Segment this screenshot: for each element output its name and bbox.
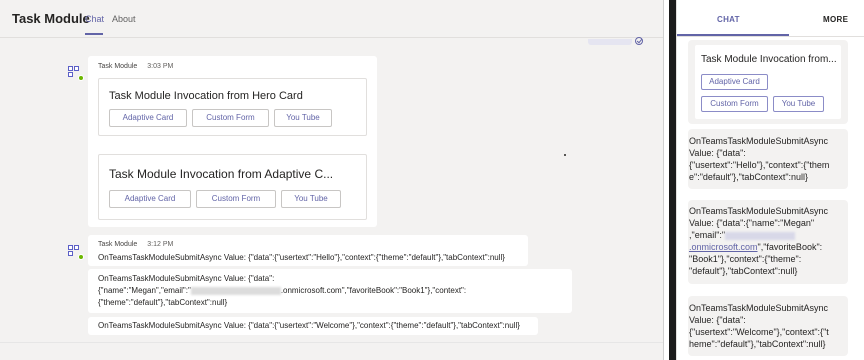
mobile-message-text: OnTeamsTaskModuleSubmitAsync Value: {"da… [689, 205, 828, 277]
mobile-tab-more[interactable]: MORE [823, 15, 848, 24]
message-text-part: ","favoriteBook": [757, 242, 823, 252]
divider [677, 36, 864, 37]
tab-about[interactable]: About [112, 14, 136, 24]
message-line: OnTeamsTaskModuleSubmitAsync [689, 303, 829, 313]
message-line: Value: {"data":{"name":"Megan" [689, 218, 815, 228]
pane-divider-bar [669, 0, 676, 360]
tab-chat[interactable]: Chat [85, 14, 104, 24]
read-receipt-icon [635, 37, 643, 45]
presence-available-icon [78, 254, 84, 260]
youtube-button[interactable]: You Tube [281, 190, 341, 208]
message-line: {"name":"Megan","email":" .onmicrosoft.co… [98, 285, 466, 297]
custom-form-button[interactable]: Custom Form [196, 190, 276, 208]
adaptive-card-button[interactable]: Adaptive Card [109, 190, 191, 208]
mobile-card-title: Task Module Invocation from... [701, 54, 837, 65]
message-text-part: {"name":"Megan","email":" [98, 286, 191, 295]
presence-available-icon [78, 75, 84, 81]
previous-message-bubble [588, 39, 632, 45]
bot-avatar[interactable] [67, 65, 84, 81]
message-time: 3:12 PM [147, 241, 174, 248]
mobile-message: OnTeamsTaskModuleSubmitAsync Value: {"da… [688, 296, 848, 356]
message-text-part: .onmicrosoft.com","favoriteBook":"Book1"… [280, 286, 467, 295]
message-sender: Task Module [98, 63, 138, 70]
message-line: Value: {"data": [689, 315, 746, 325]
message-card: Task Module 3:03 PM Task Module Invocati… [88, 56, 377, 227]
adaptive-card: Task Module Invocation from Adaptive C..… [98, 154, 367, 220]
youtube-button[interactable]: You Tube [773, 96, 824, 112]
message-line: ,"email":" [689, 229, 828, 241]
message-line: e":"default"},"tabContext":null} [689, 172, 809, 182]
bot-avatar[interactable] [67, 244, 84, 260]
hero-card-title: Task Module Invocation from Hero Card [109, 90, 303, 102]
app-title: Task Module [12, 11, 90, 26]
tab-active-indicator [85, 33, 103, 35]
adaptive-card-title: Task Module Invocation from Adaptive C..… [109, 167, 334, 181]
message-sender: Task Module [98, 241, 138, 248]
hero-card: Task Module Invocation from Hero Card Ad… [98, 78, 367, 136]
message-line: .onmicrosoft.com","favoriteBook": [689, 241, 828, 253]
message-card: Task Module 3:12 PM OnTeamsTaskModuleSub… [88, 235, 528, 266]
mobile-message-text: OnTeamsTaskModuleSubmitAsync Value: {"da… [689, 135, 829, 183]
adaptive-card-button[interactable]: Adaptive Card [109, 109, 187, 127]
app-header: Task Module Chat About [0, 0, 663, 38]
redacted-email [725, 231, 796, 240]
mobile-message: OnTeamsTaskModuleSubmitAsync Value: {"da… [688, 200, 848, 284]
youtube-button[interactable]: You Tube [274, 109, 332, 127]
message-time: 3:03 PM [147, 63, 174, 70]
mobile-message-text: OnTeamsTaskModuleSubmitAsync Value: {"da… [689, 302, 829, 350]
cursor-dot [564, 154, 566, 156]
message-line: {"usertext":"Hello"},"context":{"them [689, 160, 830, 170]
message-text-part: ,"email":" [689, 230, 726, 240]
message-card: OnTeamsTaskModuleSubmitAsync Value: {"da… [88, 269, 572, 313]
message-text: OnTeamsTaskModuleSubmitAsync Value: {"da… [98, 253, 505, 262]
adaptive-card-button[interactable]: Adaptive Card [701, 74, 768, 90]
message-text: OnTeamsTaskModuleSubmitAsync Value: {"da… [98, 321, 520, 330]
custom-form-button[interactable]: Custom Form [701, 96, 768, 112]
mobile-tab-chat[interactable]: CHAT [717, 15, 740, 24]
message-line: heme":"default"},"tabContext":null} [689, 339, 826, 349]
mobile-card-bubble: Task Module Invocation from... Adaptive … [688, 40, 848, 124]
message-line: "default"},"tabContext":null} [689, 266, 798, 276]
message-line: OnTeamsTaskModuleSubmitAsync Value: {"da… [98, 274, 275, 283]
message-line: Value: {"data": [689, 148, 746, 158]
message-text: OnTeamsTaskModuleSubmitAsync Value: {"da… [98, 273, 466, 309]
mobile-hero-card: Task Module Invocation from... Adaptive … [695, 45, 841, 119]
message-line: {"usertext":"Welcome"},"context":{"t [689, 327, 829, 337]
redacted-email [190, 286, 281, 295]
compose-area [0, 342, 663, 360]
mobile-message: OnTeamsTaskModuleSubmitAsync Value: {"da… [688, 129, 848, 189]
message-line: {"theme":"default"},"tabContext":null} [98, 298, 228, 307]
message-meta: Task Module 3:03 PM [98, 63, 173, 70]
message-line: "Book1"},"context":{"theme": [689, 254, 802, 264]
mobile-pane: CHAT MORE Task Module Invocation from...… [676, 0, 864, 360]
custom-form-button[interactable]: Custom Form [192, 109, 269, 127]
email-link[interactable]: .onmicrosoft.com [689, 242, 758, 252]
chat-pane: Task Module Chat About Task Module 3:03 … [0, 0, 663, 360]
message-card: OnTeamsTaskModuleSubmitAsync Value: {"da… [88, 317, 538, 335]
message-line: OnTeamsTaskModuleSubmitAsync [689, 136, 829, 146]
message-line: OnTeamsTaskModuleSubmitAsync [689, 206, 829, 216]
message-meta: Task Module 3:12 PM [98, 241, 173, 248]
